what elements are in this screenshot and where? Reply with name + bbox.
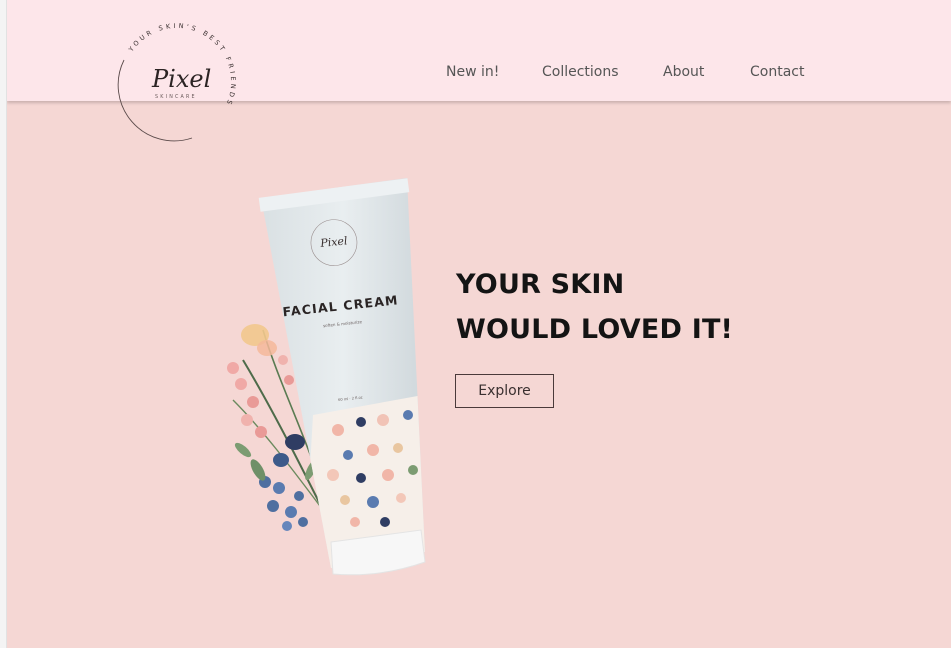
nav-collections[interactable]: Collections	[542, 64, 619, 80]
explore-button[interactable]: Explore	[455, 374, 554, 408]
nav-about[interactable]: About	[663, 64, 704, 80]
product-image: Pixel FACIAL CREAM soften & moisturize 6…	[227, 178, 426, 576]
logo-subtext: SKINCARE	[155, 94, 197, 100]
nav-contact[interactable]: Contact	[750, 64, 804, 80]
nav-new-in[interactable]: New in!	[446, 64, 499, 80]
brand-logo[interactable]: YOUR SKIN'S BEST FRIENDS Pixel SKINCARE	[110, 12, 246, 144]
browser-left-edge	[0, 0, 7, 648]
hero-headline-line-1: YOUR SKIN	[456, 269, 625, 300]
page: New in! Collections About Contact YOUR S…	[7, 0, 951, 648]
hero-headline: YOUR SKIN WOULD LOVED IT!	[456, 262, 733, 352]
logo-wordmark: Pixel	[151, 65, 211, 93]
hero-headline-line-2: WOULD LOVED IT!	[456, 314, 734, 345]
